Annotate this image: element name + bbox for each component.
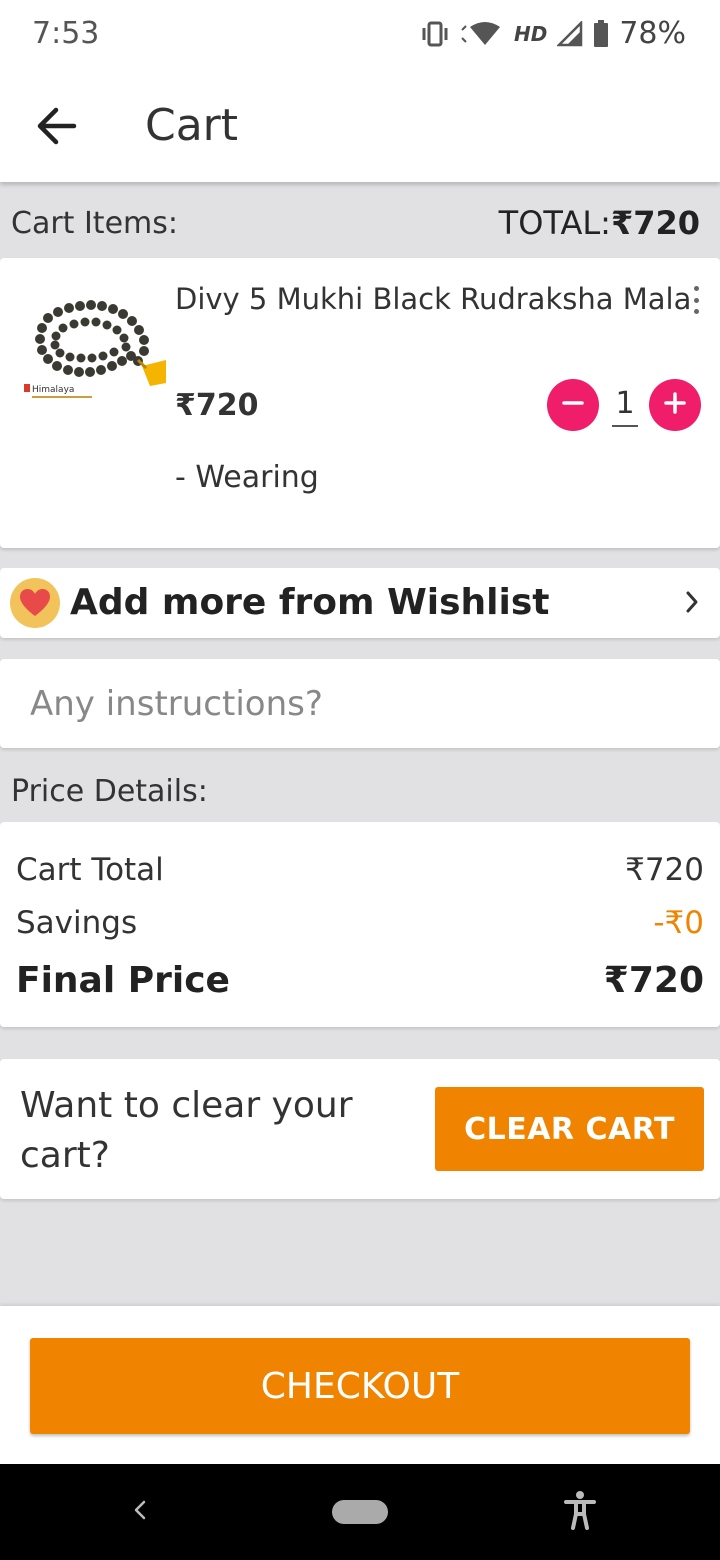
heart-icon <box>10 578 60 628</box>
price-details-label: Price Details: <box>11 774 208 809</box>
back-button[interactable] <box>28 100 84 156</box>
cart-item-card: Himalaya Divy 5 Mukhi Black Rudraksha Ma… <box>0 258 720 548</box>
checkout-bar: CHECKOUT <box>0 1306 720 1464</box>
savings-row: Savings -₹0 <box>16 905 704 941</box>
battery-icon <box>593 19 609 48</box>
plus-icon <box>663 391 687 419</box>
product-variant: - Wearing <box>175 460 319 495</box>
instructions-card <box>0 659 720 748</box>
cart-items-label: Cart Items: <box>11 206 178 241</box>
app-bar: Cart <box>0 72 720 182</box>
clear-cart-prompt: Want to clear your cart? <box>20 1085 353 1176</box>
more-vert-icon <box>693 286 699 291</box>
signal-icon <box>557 20 583 47</box>
quantity-value[interactable]: 1 <box>612 386 638 427</box>
wishlist-label: Add more from Wishlist <box>70 582 550 623</box>
product-thumbnail[interactable]: Himalaya <box>18 288 166 408</box>
item-overflow-menu[interactable] <box>688 286 704 314</box>
clear-cart-card: Want to clear your cart? CLEAR CART <box>0 1059 720 1199</box>
cart-total-row-label: Cart Total <box>16 852 164 888</box>
arrow-left-icon <box>34 106 78 150</box>
thumbnail-brand: Himalaya <box>32 385 74 395</box>
savings-value: -₹0 <box>653 905 704 941</box>
more-vert-dot <box>693 309 699 314</box>
cart-items-header: Cart Items: TOTAL:₹720 <box>0 190 720 258</box>
page-title: Cart <box>145 100 239 151</box>
instructions-input[interactable] <box>30 679 690 729</box>
cart-total-row: Cart Total ₹720 <box>16 852 704 888</box>
status-icons: HD 78% <box>420 16 686 51</box>
status-bar: 7:53 HD 78% <box>0 0 720 72</box>
nav-back-icon <box>132 1498 148 1526</box>
nav-home-button[interactable] <box>332 1500 388 1524</box>
cart-total-value: ₹720 <box>610 204 700 242</box>
product-name[interactable]: Divy 5 Mukhi Black Rudraksha Mala <box>175 282 691 316</box>
status-time: 7:53 <box>32 16 100 51</box>
battery-percent: 78% <box>619 16 686 51</box>
cart-total-label: TOTAL: <box>498 204 611 242</box>
cart-total-row-value: ₹720 <box>625 852 704 888</box>
checkout-button[interactable]: CHECKOUT <box>30 1338 690 1434</box>
more-vert-dot <box>693 297 699 303</box>
final-price-label: Final Price <box>16 960 230 1001</box>
final-price-value: ₹720 <box>603 960 704 1001</box>
wifi-icon <box>460 21 504 47</box>
minus-icon <box>561 391 585 419</box>
network-type: HD <box>513 21 548 46</box>
price-details-card: Cart Total ₹720 Savings -₹0 Final Price … <box>0 822 720 1027</box>
chevron-right-icon <box>684 590 700 618</box>
savings-label: Savings <box>16 905 138 941</box>
final-price-row: Final Price ₹720 <box>16 960 704 1001</box>
add-from-wishlist-row[interactable]: Add more from Wishlist <box>0 568 720 638</box>
product-price: ₹720 <box>175 388 259 423</box>
quantity-increase-button[interactable] <box>649 379 701 431</box>
clear-cart-button[interactable]: CLEAR CART <box>435 1087 704 1171</box>
nav-back-button[interactable] <box>120 1492 160 1532</box>
accessibility-button[interactable] <box>560 1490 600 1534</box>
accessibility-icon <box>563 1490 597 1534</box>
cart-total: TOTAL:₹720 <box>499 204 700 242</box>
quantity-decrease-button[interactable] <box>547 379 599 431</box>
vibrate-icon <box>420 21 450 47</box>
system-nav-bar <box>0 1464 720 1560</box>
